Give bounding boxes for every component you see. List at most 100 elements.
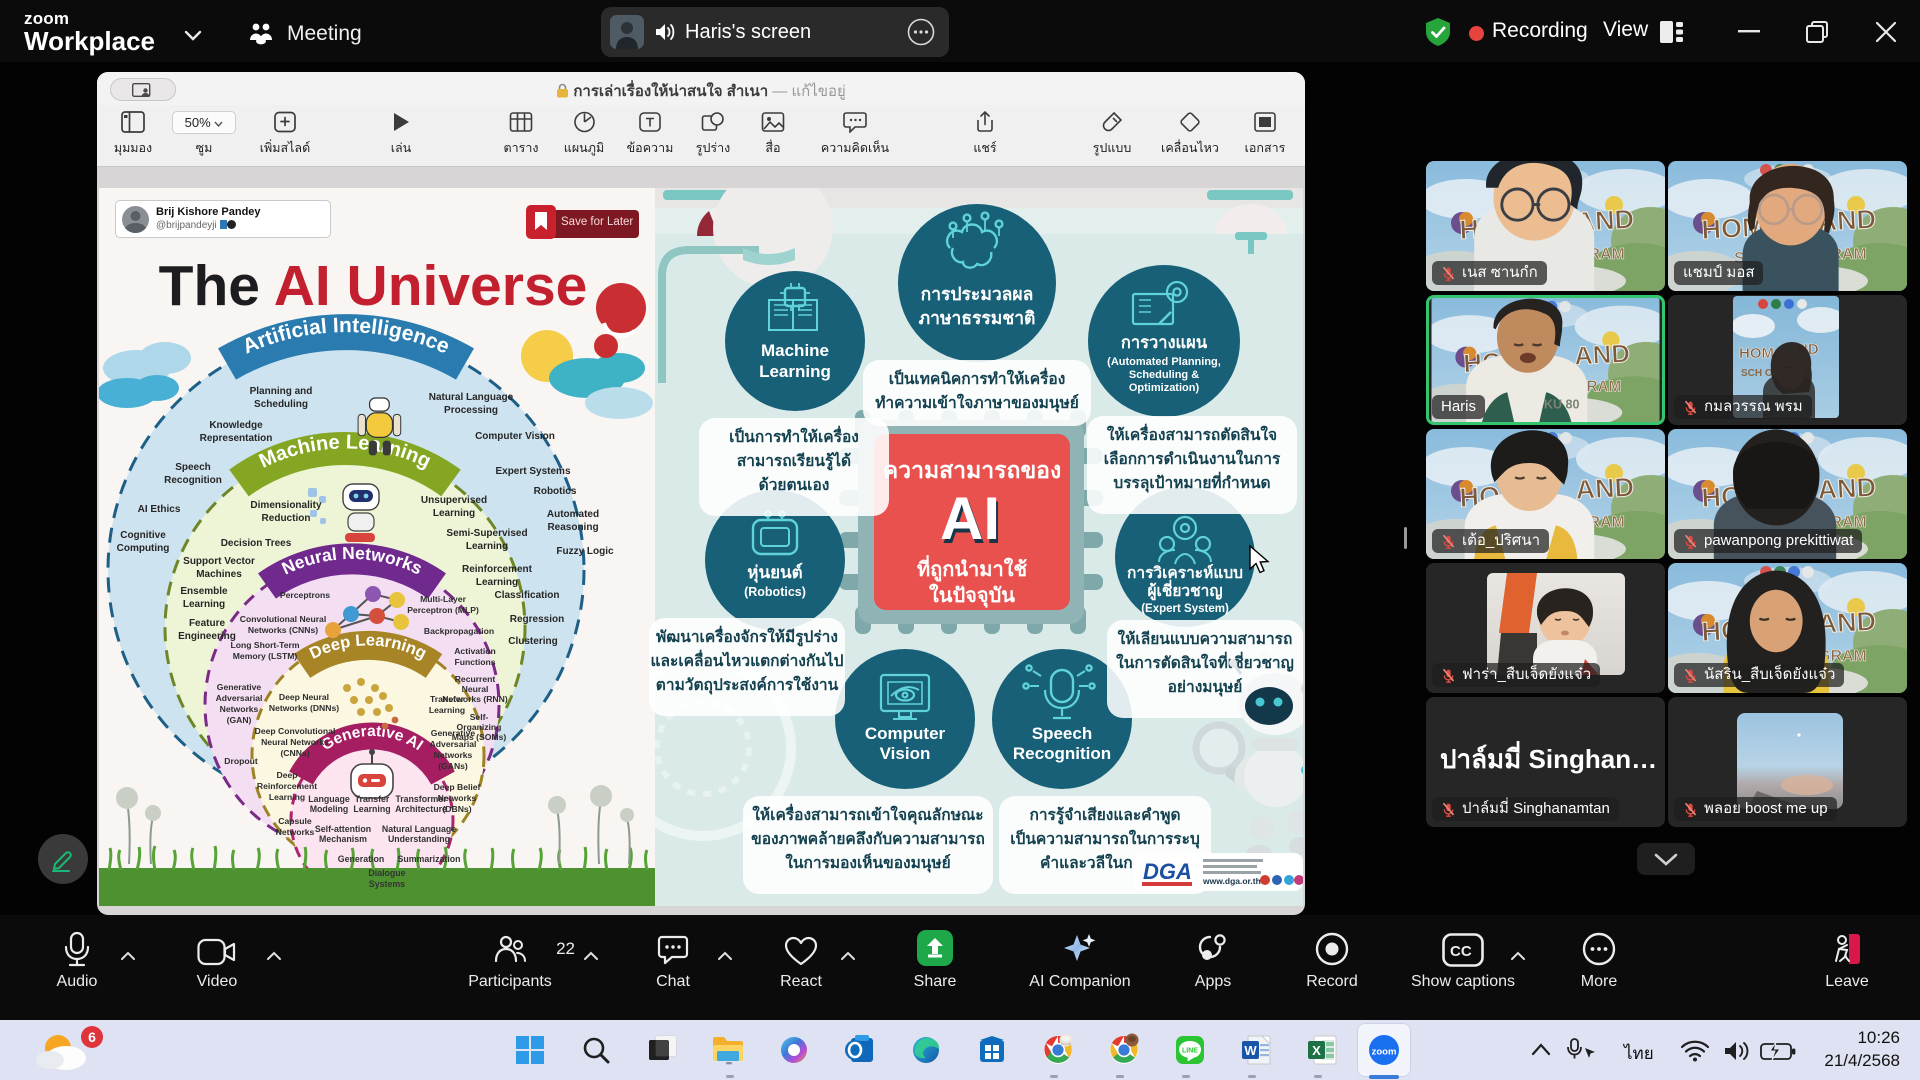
svg-text:Machines: Machines xyxy=(196,569,242,580)
svg-text:หุ่นยนต์: หุ่นยนต์ xyxy=(747,562,802,583)
svg-text:Transfer: Transfer xyxy=(430,694,465,704)
svg-text:CC: CC xyxy=(1450,943,1472,960)
svg-text:Classification: Classification xyxy=(494,590,559,601)
svg-text:W: W xyxy=(1244,1043,1257,1058)
svg-text:Planning and: Planning and xyxy=(250,386,313,397)
svg-text:Learning: Learning xyxy=(429,705,465,715)
svg-text:Deep: Deep xyxy=(276,770,297,780)
svg-text:Computer: Computer xyxy=(865,724,946,743)
svg-text:Neural Networks: Neural Networks xyxy=(261,737,329,747)
svg-text:Semi-Supervised: Semi-Supervised xyxy=(446,528,527,539)
svg-text:Clustering: Clustering xyxy=(508,636,557,647)
svg-text:Learning: Learning xyxy=(433,508,475,519)
svg-text:Networks: Networks xyxy=(220,704,259,714)
svg-text:Transfer: Transfer xyxy=(355,794,390,804)
svg-text:Understanding: Understanding xyxy=(388,834,450,844)
svg-text:(CNNs): (CNNs) xyxy=(280,748,309,758)
svg-text:การวิเคราะห์แบบ: การวิเคราะห์แบบ xyxy=(1127,564,1243,582)
svg-text:Dropout: Dropout xyxy=(224,756,258,766)
svg-text:Speech: Speech xyxy=(175,462,211,473)
svg-text:Systems: Systems xyxy=(369,879,405,889)
svg-text:Language: Language xyxy=(308,794,350,804)
svg-text:Adversarial: Adversarial xyxy=(216,693,263,703)
svg-text:Networks (CNNs): Networks (CNNs) xyxy=(248,625,318,635)
svg-text:Networks: Networks xyxy=(434,750,473,760)
svg-text:Support Vector: Support Vector xyxy=(183,556,255,567)
svg-text:(Robotics): (Robotics) xyxy=(744,585,806,599)
svg-text:Long Short-Term: Long Short-Term xyxy=(230,640,299,650)
svg-text:Deep Convolutional: Deep Convolutional xyxy=(255,726,336,736)
svg-text:Networks (DNNs): Networks (DNNs) xyxy=(269,703,339,713)
svg-text:Learning: Learning xyxy=(269,792,305,802)
svg-text:Learning: Learning xyxy=(466,541,508,552)
svg-text:(Automated Planning,: (Automated Planning, xyxy=(1107,356,1221,368)
svg-text:Engineering: Engineering xyxy=(178,631,236,642)
svg-text:Recognition: Recognition xyxy=(1013,744,1111,763)
svg-text:Cognitive: Cognitive xyxy=(120,530,166,541)
svg-text:Expert Systems: Expert Systems xyxy=(495,466,570,477)
svg-text:Scheduling &: Scheduling & xyxy=(1129,369,1199,381)
svg-text:SCH O: SCH O xyxy=(1741,368,1773,379)
svg-text:HOM: HOM xyxy=(1739,345,1774,362)
svg-text:Dimensionality: Dimensionality xyxy=(250,500,322,511)
svg-text:zoom: zoom xyxy=(1372,1047,1397,1058)
svg-text:Self-attention: Self-attention xyxy=(315,824,371,834)
svg-text:Representation: Representation xyxy=(200,433,273,444)
svg-text:Dialogue: Dialogue xyxy=(368,868,405,878)
svg-text:Functions: Functions xyxy=(454,657,495,667)
svg-text:Machine: Machine xyxy=(761,341,829,360)
svg-text:Adversarial: Adversarial xyxy=(430,739,477,749)
svg-text:Memory (LSTM): Memory (LSTM) xyxy=(233,651,298,661)
svg-text:ผู้เชี่ยวชาญ: ผู้เชี่ยวชาญ xyxy=(1147,579,1222,602)
svg-text:Robotics: Robotics xyxy=(534,486,577,497)
svg-text:Perceptrons: Perceptrons xyxy=(280,590,330,600)
svg-text:Convolutional Neural: Convolutional Neural xyxy=(240,614,326,624)
svg-text:DGA: DGA xyxy=(1143,859,1192,884)
svg-text:Recurrent: Recurrent xyxy=(455,674,496,684)
svg-text:Reinforcement: Reinforcement xyxy=(257,781,317,791)
svg-text:Learning: Learning xyxy=(183,599,225,610)
svg-text:AI: AI xyxy=(940,485,1000,552)
svg-text:Capsule: Capsule xyxy=(278,816,312,826)
svg-text:(GAN): (GAN) xyxy=(227,715,252,725)
svg-text:Generative: Generative xyxy=(217,682,262,692)
svg-text:Backpropagation: Backpropagation xyxy=(424,626,494,636)
svg-text:X: X xyxy=(1312,1043,1321,1058)
svg-text:Mechanism: Mechanism xyxy=(319,834,367,844)
svg-text:Feature: Feature xyxy=(189,618,226,629)
svg-text:Scheduling: Scheduling xyxy=(254,399,308,410)
svg-text:Automated: Automated xyxy=(547,509,599,520)
svg-text:Learning: Learning xyxy=(476,577,518,588)
svg-text:Processing: Processing xyxy=(444,405,498,416)
svg-text:Summarization: Summarization xyxy=(397,854,460,864)
svg-text:Generation: Generation xyxy=(338,854,384,864)
svg-text:Learning: Learning xyxy=(353,804,390,814)
svg-text:Reduction: Reduction xyxy=(262,513,311,524)
svg-text:(Expert System): (Expert System) xyxy=(1141,603,1229,615)
svg-text:ที่ถูกนำมาใช้: ที่ถูกนำมาใช้ xyxy=(917,554,1027,583)
svg-text:KU 80: KU 80 xyxy=(1544,397,1580,411)
svg-text:Computer Vision: Computer Vision xyxy=(475,431,555,442)
svg-text:Networks: Networks xyxy=(276,827,315,837)
svg-text:Unsupervised: Unsupervised xyxy=(421,495,487,506)
svg-text:Optimization): Optimization) xyxy=(1129,382,1200,394)
svg-text:Learning: Learning xyxy=(759,362,831,381)
svg-text:Speech: Speech xyxy=(1032,724,1092,743)
svg-text:Recognition: Recognition xyxy=(164,475,222,486)
svg-text:Neural: Neural xyxy=(462,684,489,694)
svg-text:การวางแผน: การวางแผน xyxy=(1121,334,1208,352)
svg-text:LINE: LINE xyxy=(1182,1048,1198,1055)
svg-text:Self-: Self- xyxy=(470,712,489,722)
svg-text:The AI Universe: The AI Universe xyxy=(159,254,588,318)
svg-text:Generative: Generative xyxy=(431,728,476,738)
svg-text:Perceptron (MLP): Perceptron (MLP) xyxy=(407,605,479,615)
svg-text:Multi-Layer: Multi-Layer xyxy=(420,594,466,604)
svg-text:Knowledge: Knowledge xyxy=(209,420,263,431)
svg-text:Activation: Activation xyxy=(454,646,496,656)
svg-text:Decision Trees: Decision Trees xyxy=(221,538,292,549)
svg-text:ในปัจจุบัน: ในปัจจุบัน xyxy=(929,583,1015,608)
svg-text:Reinforcement: Reinforcement xyxy=(462,564,533,575)
svg-text:Natural Language: Natural Language xyxy=(429,392,514,403)
svg-text:ความสามารถของ: ความสามารถของ xyxy=(883,457,1061,483)
svg-text:6: 6 xyxy=(88,1029,96,1045)
